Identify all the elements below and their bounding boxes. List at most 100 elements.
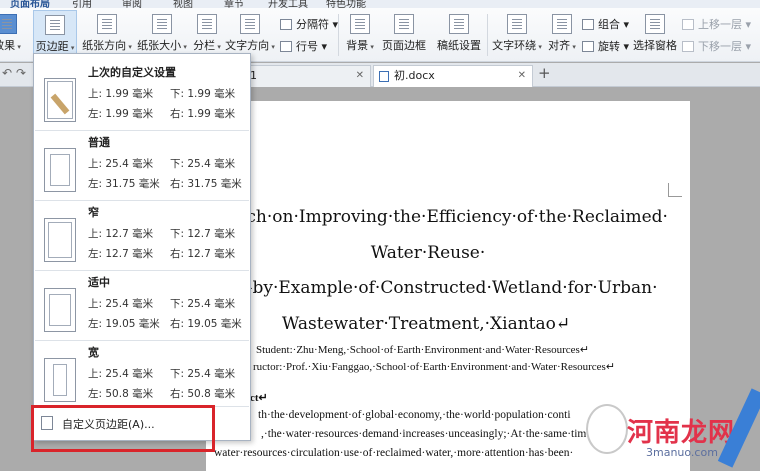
tab-references[interactable]: 引用 [72, 0, 92, 8]
close-icon[interactable]: ✕ [518, 66, 526, 86]
send-backward-label: 下移一层 [698, 40, 742, 53]
page-border-button[interactable]: 页面边框 [380, 10, 428, 58]
tab-special[interactable]: 特色功能 [326, 0, 366, 8]
manuscript-button[interactable]: 稿纸设置 [435, 10, 483, 58]
group-icon [582, 19, 594, 30]
close-icon[interactable]: ✕ [356, 66, 364, 86]
preset-top: 上: 1.99 毫米 [88, 88, 154, 100]
margin-thumbnail [44, 288, 76, 332]
select-pane-label: 选择窗格 [633, 39, 677, 52]
preset-top: 上: 12.7 毫米 [88, 228, 154, 240]
margin-preset-normal[interactable]: 普通 上: 25.4 毫米 下: 25.4 毫米 左: 31.75 毫米 右: … [34, 134, 250, 202]
margins-dropdown: 上次的自定义设置 上: 1.99 毫米 下: 1.99 毫米 左: 1.99 毫… [33, 53, 251, 441]
rotate-label: 旋转 [598, 40, 620, 53]
margin-preset-last-custom[interactable]: 上次的自定义设置 上: 1.99 毫米 下: 1.99 毫米 左: 1.99 毫… [34, 64, 250, 132]
body-line: ,·the·water·resources·demand·increases·u… [261, 428, 587, 440]
watermark-text: 河南龙网 [627, 418, 736, 448]
instructor-line: ructor:·Prof.·Xiu·Fanggao,·School·of·Ear… [253, 361, 616, 373]
align-button[interactable]: 对齐 [545, 10, 579, 58]
doc-tab-label: 初.docx [394, 69, 435, 82]
doc-title-line: Wastewater·Treatment,·Xiantao↵ [281, 314, 571, 334]
columns-label: 分栏 [193, 39, 221, 52]
breaks-label: 分隔符 [296, 18, 329, 31]
body-line: water·resources·circulation·use·of·recla… [214, 447, 574, 459]
group-button[interactable]: 组合 ▾ [580, 16, 629, 34]
tab-page-layout[interactable]: 页面布局 [10, 0, 50, 8]
margins-button[interactable]: 页边距 [33, 10, 77, 58]
preset-left: 左: 19.05 毫米 [88, 318, 160, 330]
manuscript-icon [449, 14, 469, 34]
watermark: 河南龙网 3manuo.com [580, 388, 760, 468]
tab-review[interactable]: 审阅 [122, 0, 142, 8]
page-border-icon [394, 14, 414, 34]
tab-developer[interactable]: 开发工具 [268, 0, 308, 8]
watermark-url: 3manuo.com [646, 446, 718, 459]
preset-left: 左: 12.7 毫米 [88, 248, 154, 260]
document-icon [379, 71, 389, 82]
background-button[interactable]: 背景 [344, 10, 376, 58]
orientation-label: 纸张方向 [82, 39, 132, 52]
preset-name: 适中 [88, 276, 110, 289]
rotate-button[interactable]: 旋转 ▾ [580, 38, 629, 56]
breaks-icon [280, 19, 292, 30]
undo-icon[interactable]: ↶ [2, 66, 12, 80]
doc-title-line: ——by·Example·of·Constructed·Wetland·for·… [218, 278, 658, 298]
send-backward-button[interactable]: 下移一层 ▾ [680, 38, 751, 56]
doc-tab-active[interactable]: 初.docx ✕ [373, 65, 533, 87]
margin-preset-moderate[interactable]: 适中 上: 25.4 毫米 下: 25.4 毫米 左: 19.05 毫米 右: … [34, 274, 250, 342]
preset-right: 右: 1.99 毫米 [170, 108, 236, 120]
effects-icon [0, 14, 17, 34]
menu-divider [35, 200, 249, 201]
highlight-box [31, 405, 215, 452]
preset-bottom: 下: 25.4 毫米 [170, 298, 236, 310]
paper-size-button[interactable]: 纸张大小 [136, 10, 188, 58]
orientation-button[interactable]: 纸张方向 [81, 10, 133, 58]
preset-right: 右: 19.05 毫米 [170, 318, 242, 330]
margin-thumbnail [44, 78, 76, 122]
line-numbers-button[interactable]: 行号 ▾ [278, 38, 327, 56]
page-border-label: 页面边框 [382, 39, 426, 52]
margins-icon [45, 15, 65, 35]
bring-forward-button[interactable]: 上移一层 ▾ [680, 16, 751, 34]
tab-view[interactable]: 视图 [173, 0, 193, 8]
student-line: Student:·Zhu·Meng,·School·of·Earth·Envir… [256, 344, 590, 356]
preset-left: 左: 31.75 毫米 [88, 178, 160, 190]
margin-preset-wide[interactable]: 宽 上: 25.4 毫米 下: 25.4 毫米 左: 50.8 毫米 右: 50… [34, 344, 250, 412]
background-icon [350, 14, 370, 34]
text-direction-button[interactable]: 文字方向 [225, 10, 275, 58]
preset-name: 宽 [88, 346, 99, 359]
columns-button[interactable]: 分栏 [189, 10, 225, 58]
wrap-text-button[interactable]: 文字环绕 [492, 10, 542, 58]
preset-right: 右: 50.8 毫米 [170, 388, 236, 400]
new-tab-icon[interactable]: + [538, 64, 551, 82]
breaks-button[interactable]: 分隔符 ▾ [278, 16, 338, 34]
watermark-avatar-icon [586, 404, 628, 454]
effects-label: 效果 [0, 39, 21, 52]
page-corner-mark [668, 183, 682, 197]
tab-sections[interactable]: 章节 [224, 0, 244, 8]
margin-preset-narrow[interactable]: 窄 上: 12.7 毫米 下: 12.7 毫米 左: 12.7 毫米 右: 12… [34, 204, 250, 272]
orientation-icon [97, 14, 117, 34]
background-label: 背景 [346, 39, 374, 52]
bring-forward-label: 上移一层 [698, 18, 742, 31]
margins-label: 页边距 [36, 40, 75, 53]
line-numbers-icon [280, 41, 292, 52]
effects-button[interactable]: 效果 [0, 10, 22, 58]
menu-divider [35, 340, 249, 341]
wrap-text-icon [507, 14, 527, 34]
ribbon-divider [338, 14, 339, 56]
preset-name: 普通 [88, 136, 110, 149]
preset-bottom: 下: 12.7 毫米 [170, 228, 236, 240]
margin-thumbnail [44, 218, 76, 262]
ribbon-tab-bar: 页面布局 引用 审阅 视图 章节 开发工具 特色功能 [0, 0, 760, 8]
margin-thumbnail [44, 148, 76, 192]
margin-thumbnail [44, 358, 76, 402]
redo-icon[interactable]: ↷ [16, 66, 26, 80]
text-direction-icon [240, 14, 260, 34]
preset-bottom: 下: 1.99 毫米 [170, 88, 236, 100]
menu-divider [35, 270, 249, 271]
align-icon [552, 14, 572, 34]
select-pane-button[interactable]: 选择窗格 [633, 10, 677, 58]
doc-title-line: Water·Reuse· [370, 243, 486, 263]
doc-tab-label: 1 [250, 69, 257, 82]
